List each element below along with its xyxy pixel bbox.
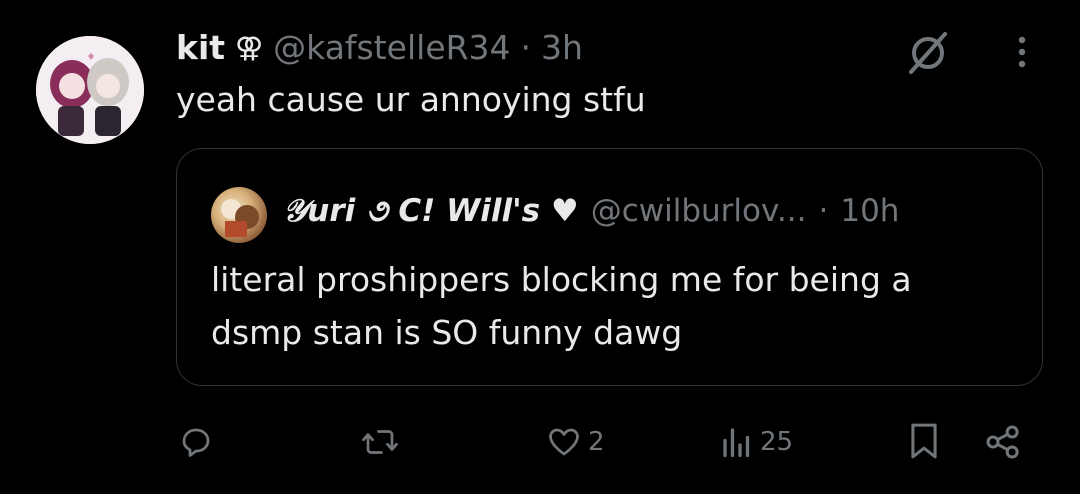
- bookmark-icon: [911, 423, 937, 459]
- quoted-tweet-text: literal proshippers blocking me for bein…: [211, 260, 912, 352]
- heart-icon: [549, 428, 579, 456]
- author-avatar[interactable]: [36, 36, 144, 144]
- tweet-header: kit ⚢ @kafstelleR34 · 3h: [176, 22, 583, 72]
- reply-icon: [182, 428, 210, 457]
- reply-button[interactable]: [178, 424, 220, 460]
- author-symbol: ⚢: [235, 30, 264, 64]
- action-bar: 2 25: [0, 416, 1080, 468]
- like-count: 2: [588, 427, 605, 457]
- author-name[interactable]: kit: [176, 28, 225, 67]
- share-icon: [986, 425, 1019, 459]
- views-count: 25: [760, 427, 794, 457]
- analytics-icon: [723, 428, 750, 458]
- separator-dot: ·: [520, 27, 532, 67]
- like-button[interactable]: 2: [546, 424, 605, 460]
- retweet-button[interactable]: [360, 424, 406, 460]
- avatar-image: [36, 36, 144, 144]
- quoted-tweet-time[interactable]: 10h: [840, 193, 899, 229]
- tweet-time[interactable]: 3h: [541, 28, 583, 67]
- retweet-icon: [362, 430, 398, 454]
- quoted-author-name[interactable]: 𝒴uri ૭ C! Will's ♥: [283, 193, 579, 230]
- share-button[interactable]: [982, 422, 1024, 462]
- tweet-text: yeah cause ur annoying stfu: [176, 80, 646, 119]
- quoted-tweet-card[interactable]: 𝒴uri ૭ C! Will's ♥ @cwilburlov... · 10h …: [176, 148, 1043, 386]
- views-button[interactable]: 25: [720, 424, 793, 460]
- grok-icon[interactable]: [905, 30, 951, 76]
- bookmark-button[interactable]: [908, 422, 940, 460]
- quoted-tweet-header: 𝒴uri ૭ C! Will's ♥ @cwilburlov... · 10h: [283, 183, 899, 239]
- quoted-author-avatar[interactable]: [211, 187, 267, 243]
- author-handle[interactable]: @kafstelleR34: [273, 28, 510, 67]
- more-icon[interactable]: [1010, 34, 1034, 70]
- quoted-author-handle[interactable]: @cwilburlov...: [591, 193, 807, 229]
- quoted-separator-dot: ·: [818, 193, 829, 229]
- quoted-avatar-image: [221, 199, 259, 237]
